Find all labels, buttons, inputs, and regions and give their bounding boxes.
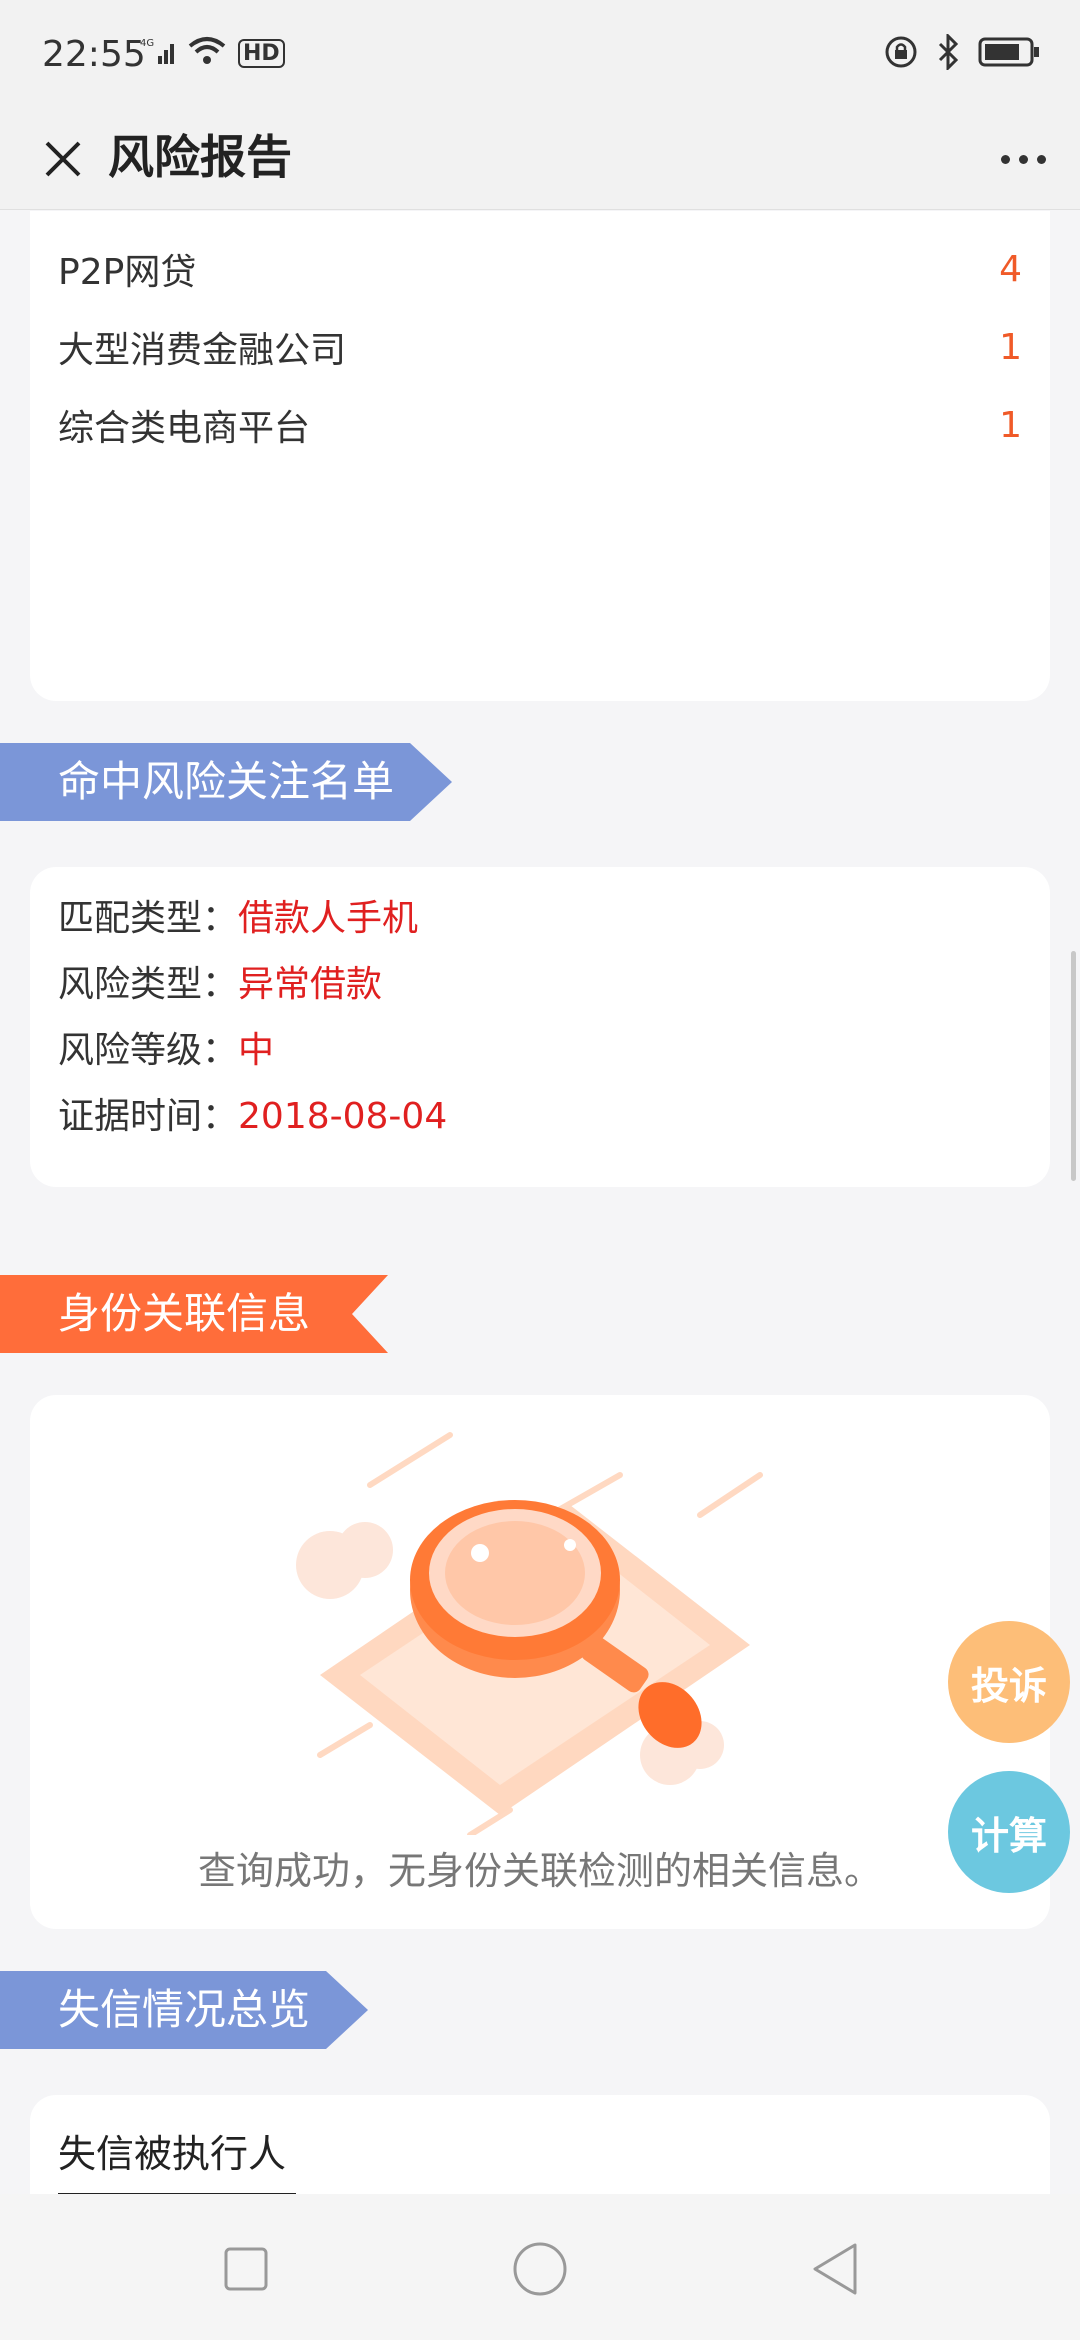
app-bar: 风险报告 [0,108,1080,210]
system-nav-bar [0,2194,1080,2340]
list-item: 综合类电商平台 1 [58,395,1022,455]
report-content[interactable]: P2P网贷 4 大型消费金融公司 1 综合类电商平台 1 命中风险关注名单 匹配… [0,211,1080,2194]
status-bar: 22:55 4G HD [0,0,1080,108]
identity-card: 查询成功，无身份关联检测的相关信息。 [30,1395,1050,1929]
magnifier-empty-state-icon [296,1432,763,1835]
list-item: 大型消费金融公司 1 [58,317,1022,377]
rotation-lock-icon [884,35,918,73]
more-dots-icon [1000,154,1010,164]
risk-level-row: 风险等级：中 [58,1030,275,1071]
risk-type-value: 异常借款 [238,964,383,1005]
institution-type-count: 1 [999,326,1022,368]
evidence-time-row: 证据时间：2018-08-04 [58,1096,448,1137]
tab-dishonest-executed[interactable]: 失信被执行人 [58,2123,286,2178]
back-button[interactable] [800,2234,870,2304]
hd-icon: HD [238,38,285,68]
svg-text:4G: 4G [140,38,154,49]
scrollbar[interactable] [1071,951,1076,1181]
institution-type-label: P2P网贷 [58,252,197,293]
watchlist-card: 匹配类型：借款人手机 风险类型：异常借款 风险等级：中 证据时间：2018-08… [30,867,1050,1187]
institution-type-label: 大型消费金融公司 [58,330,347,371]
risk-type-row: 风险类型：异常借款 [58,964,383,1005]
watchlist-section-title: 命中风险关注名单 [0,743,452,821]
institution-type-label: 综合类电商平台 [58,408,311,449]
status-time: 22:55 [42,34,146,75]
dishonest-section-title: 失信情况总览 [0,1971,368,2049]
close-button[interactable] [30,126,96,192]
more-options-button[interactable] [990,126,1056,192]
match-type-value: 借款人手机 [238,898,419,939]
institution-type-count: 4 [999,248,1022,290]
list-item: P2P网贷 4 [58,239,1022,299]
evidence-time-value: 2018-08-04 [238,1096,448,1137]
complain-button[interactable]: 投诉 [948,1621,1070,1743]
circle-icon [513,2242,567,2296]
page-title: 风险报告 [108,130,292,184]
match-type-row: 匹配类型：借款人手机 [58,898,419,939]
institution-type-card: P2P网贷 4 大型消费金融公司 1 综合类电商平台 1 [30,211,1050,701]
dishonest-card: 失信被执行人 [30,2095,1050,2194]
risk-level-value: 中 [238,1030,275,1071]
home-button[interactable] [505,2234,575,2304]
identity-section-title: 身份关联信息 [0,1275,388,1353]
battery-icon [978,36,1040,72]
calculate-button[interactable]: 计算 [948,1771,1070,1893]
back-triangle-icon [813,2243,857,2295]
bluetooth-icon [936,32,960,74]
institution-type-count: 1 [999,404,1022,446]
cellular-signal-icon: 4G [140,36,176,70]
recent-apps-button[interactable] [211,2234,281,2304]
close-icon [45,141,81,177]
wifi-icon [188,36,226,70]
square-icon [224,2247,268,2291]
empty-state-message: 查询成功，无身份关联检测的相关信息。 [197,1849,882,1893]
